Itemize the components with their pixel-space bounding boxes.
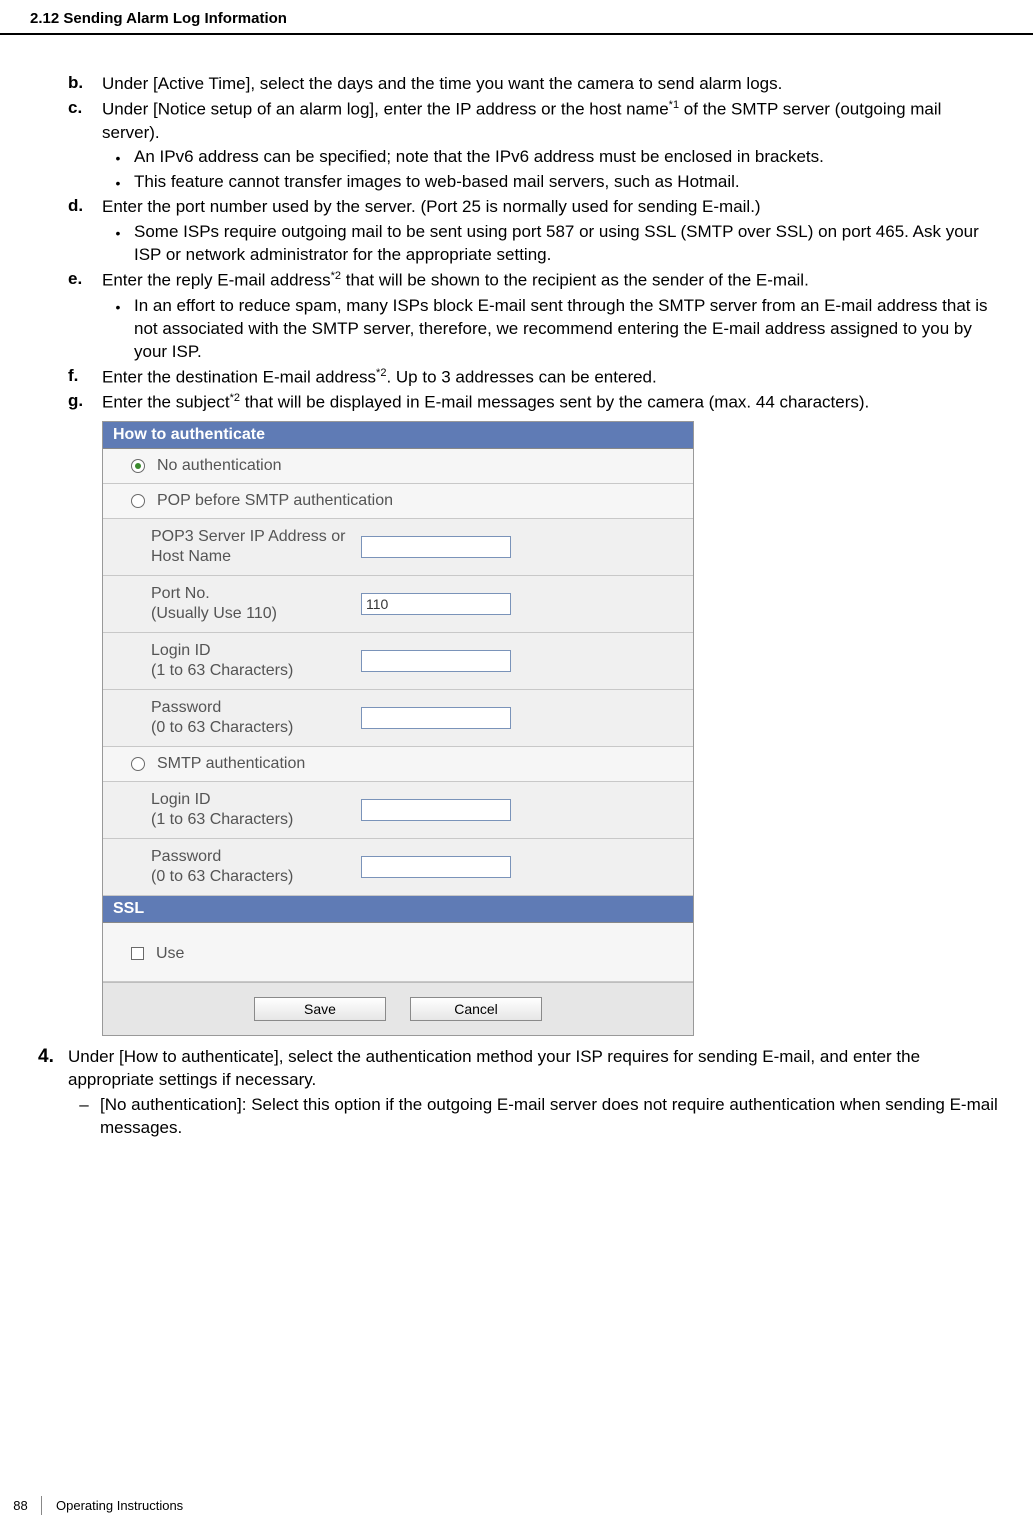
step-body: Enter the destination E-mail address*2. … (102, 366, 1003, 390)
step-marker: f. (30, 366, 102, 390)
bullet-item: • This feature cannot transfer images to… (102, 171, 1003, 194)
login-row: Login ID (1 to 63 Characters) (103, 633, 693, 690)
field-label: POP3 Server IP Address or Host Name (151, 527, 361, 567)
save-button[interactable]: Save (254, 997, 386, 1021)
step-body: Enter the port number used by the server… (102, 196, 1003, 267)
smtp-password-input[interactable] (361, 856, 511, 878)
smtp-login-row: Login ID (1 to 63 Characters) (103, 782, 693, 839)
ssl-use-row[interactable]: Use (131, 945, 693, 963)
bullet-marker: • (102, 221, 134, 267)
section-header: 2.12 Sending Alarm Log Information (0, 0, 1033, 33)
radio-pop-before-row[interactable]: POP before SMTP authentication (103, 484, 693, 519)
step-body: Under [Notice setup of an alarm log], en… (102, 98, 1003, 194)
radio-smtp-auth-row[interactable]: SMTP authentication (103, 747, 693, 782)
checkbox-label: Use (156, 945, 184, 963)
step-d: d. Enter the port number used by the ser… (30, 196, 1003, 267)
bullet-marker: • (102, 171, 134, 194)
footnote-ref: *1 (669, 99, 679, 111)
radio-icon[interactable] (131, 757, 145, 771)
text: . Up to 3 addresses can be entered. (386, 367, 656, 386)
pop3-server-row: POP3 Server IP Address or Host Name (103, 519, 693, 576)
footnote-ref: *2 (331, 270, 341, 282)
step-marker: g. (30, 391, 102, 415)
step-f: f. Enter the destination E-mail address*… (30, 366, 1003, 390)
smtp-login-input[interactable] (361, 799, 511, 821)
bullet-text: An IPv6 address can be specified; note t… (134, 146, 1003, 169)
bullet-item: • Some ISPs require outgoing mail to be … (102, 221, 1003, 267)
ssl-header: SSL (103, 896, 693, 923)
port-row: Port No. (Usually Use 110) (103, 576, 693, 633)
port-input[interactable] (361, 593, 511, 615)
cancel-button[interactable]: Cancel (410, 997, 542, 1021)
radio-label: SMTP authentication (157, 755, 305, 773)
dash-text: [No authentication]: Select this option … (100, 1094, 1003, 1140)
step-body: Enter the subject*2 that will be display… (102, 391, 1003, 415)
bullet-text: This feature cannot transfer images to w… (134, 171, 1003, 194)
text: Enter the destination E-mail address (102, 367, 376, 386)
text: that will be shown to the recipient as t… (341, 271, 809, 290)
bullet-item: • An IPv6 address can be specified; note… (102, 146, 1003, 169)
page-footer: 88 Operating Instructions (0, 1496, 1033, 1515)
field-label: Password (0 to 63 Characters) (151, 698, 361, 738)
step-e: e. Enter the reply E-mail address*2 that… (30, 269, 1003, 363)
text: Under [Notice setup of an alarm log], en… (102, 100, 669, 119)
text: Enter the subject (102, 393, 230, 412)
checkbox-icon[interactable] (131, 947, 144, 960)
bullet-text: Some ISPs require outgoing mail to be se… (134, 221, 1003, 267)
dash-item: – [No authentication]: Select this optio… (68, 1094, 1003, 1140)
step-marker: b. (30, 73, 102, 96)
radio-label: POP before SMTP authentication (157, 492, 393, 510)
login-input[interactable] (361, 650, 511, 672)
footnote-ref: *2 (230, 392, 240, 404)
bullet-item: • In an effort to reduce spam, many ISPs… (102, 295, 1003, 364)
step-g: g. Enter the subject*2 that will be disp… (30, 391, 1003, 415)
bullet-marker: • (102, 295, 134, 364)
dash-marker: – (68, 1094, 100, 1140)
step-marker: 4. (30, 1046, 68, 1140)
password-row: Password (0 to 63 Characters) (103, 690, 693, 747)
password-input[interactable] (361, 707, 511, 729)
step-marker: d. (30, 196, 102, 267)
page-number: 88 (0, 1496, 42, 1515)
step-body: Under [Active Time], select the days and… (102, 73, 1003, 96)
figure-header: How to authenticate (103, 422, 693, 449)
smtp-password-row: Password (0 to 63 Characters) (103, 839, 693, 896)
step-c: c. Under [Notice setup of an alarm log],… (30, 98, 1003, 194)
radio-icon[interactable] (131, 494, 145, 508)
field-label: Password (0 to 63 Characters) (151, 847, 361, 887)
field-label: Login ID (1 to 63 Characters) (151, 790, 361, 830)
radio-label: No authentication (157, 457, 282, 475)
step-marker: c. (30, 98, 102, 194)
radio-checked-icon[interactable] (131, 459, 145, 473)
authentication-figure: How to authenticate No authentication PO… (102, 421, 694, 1036)
step-b: b. Under [Active Time], select the days … (30, 73, 1003, 96)
step-body: Enter the reply E-mail address*2 that wi… (102, 269, 1003, 363)
step-body: Under [How to authenticate], select the … (68, 1046, 1003, 1140)
bullet-marker: • (102, 146, 134, 169)
text: Enter the reply E-mail address (102, 271, 331, 290)
ssl-section: Use (103, 923, 693, 982)
figure-buttons: Save Cancel (103, 983, 693, 1035)
text: Enter the port number used by the server… (102, 197, 761, 216)
text: that will be displayed in E-mail message… (240, 393, 869, 412)
footer-title: Operating Instructions (42, 1498, 183, 1513)
field-label: Port No. (Usually Use 110) (151, 584, 361, 624)
footnote-ref: *2 (376, 367, 386, 379)
bullet-text: In an effort to reduce spam, many ISPs b… (134, 295, 1003, 364)
main-content: b. Under [Active Time], select the days … (0, 35, 1033, 1140)
step-marker: e. (30, 269, 102, 363)
radio-no-auth-row[interactable]: No authentication (103, 449, 693, 484)
step-4: 4. Under [How to authenticate], select t… (30, 1046, 1003, 1140)
text: Under [How to authenticate], select the … (68, 1047, 920, 1089)
pop3-server-input[interactable] (361, 536, 511, 558)
field-label: Login ID (1 to 63 Characters) (151, 641, 361, 681)
